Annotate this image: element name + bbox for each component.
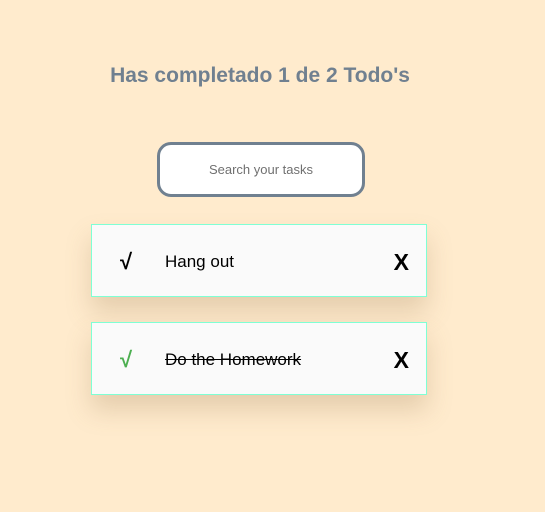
delete-icon[interactable]: X — [394, 347, 409, 374]
check-icon[interactable]: √ — [120, 347, 132, 373]
todo-item: √ Hang out X — [91, 224, 427, 297]
search-input[interactable] — [157, 142, 365, 197]
todo-item: √ Do the Homework X — [91, 322, 427, 395]
delete-icon[interactable]: X — [394, 249, 409, 276]
page-title: Has completado 1 de 2 Todo's — [110, 64, 410, 87]
check-icon[interactable]: √ — [120, 249, 132, 275]
todo-text: Hang out — [165, 252, 234, 271]
todo-text: Do the Homework — [165, 350, 302, 369]
